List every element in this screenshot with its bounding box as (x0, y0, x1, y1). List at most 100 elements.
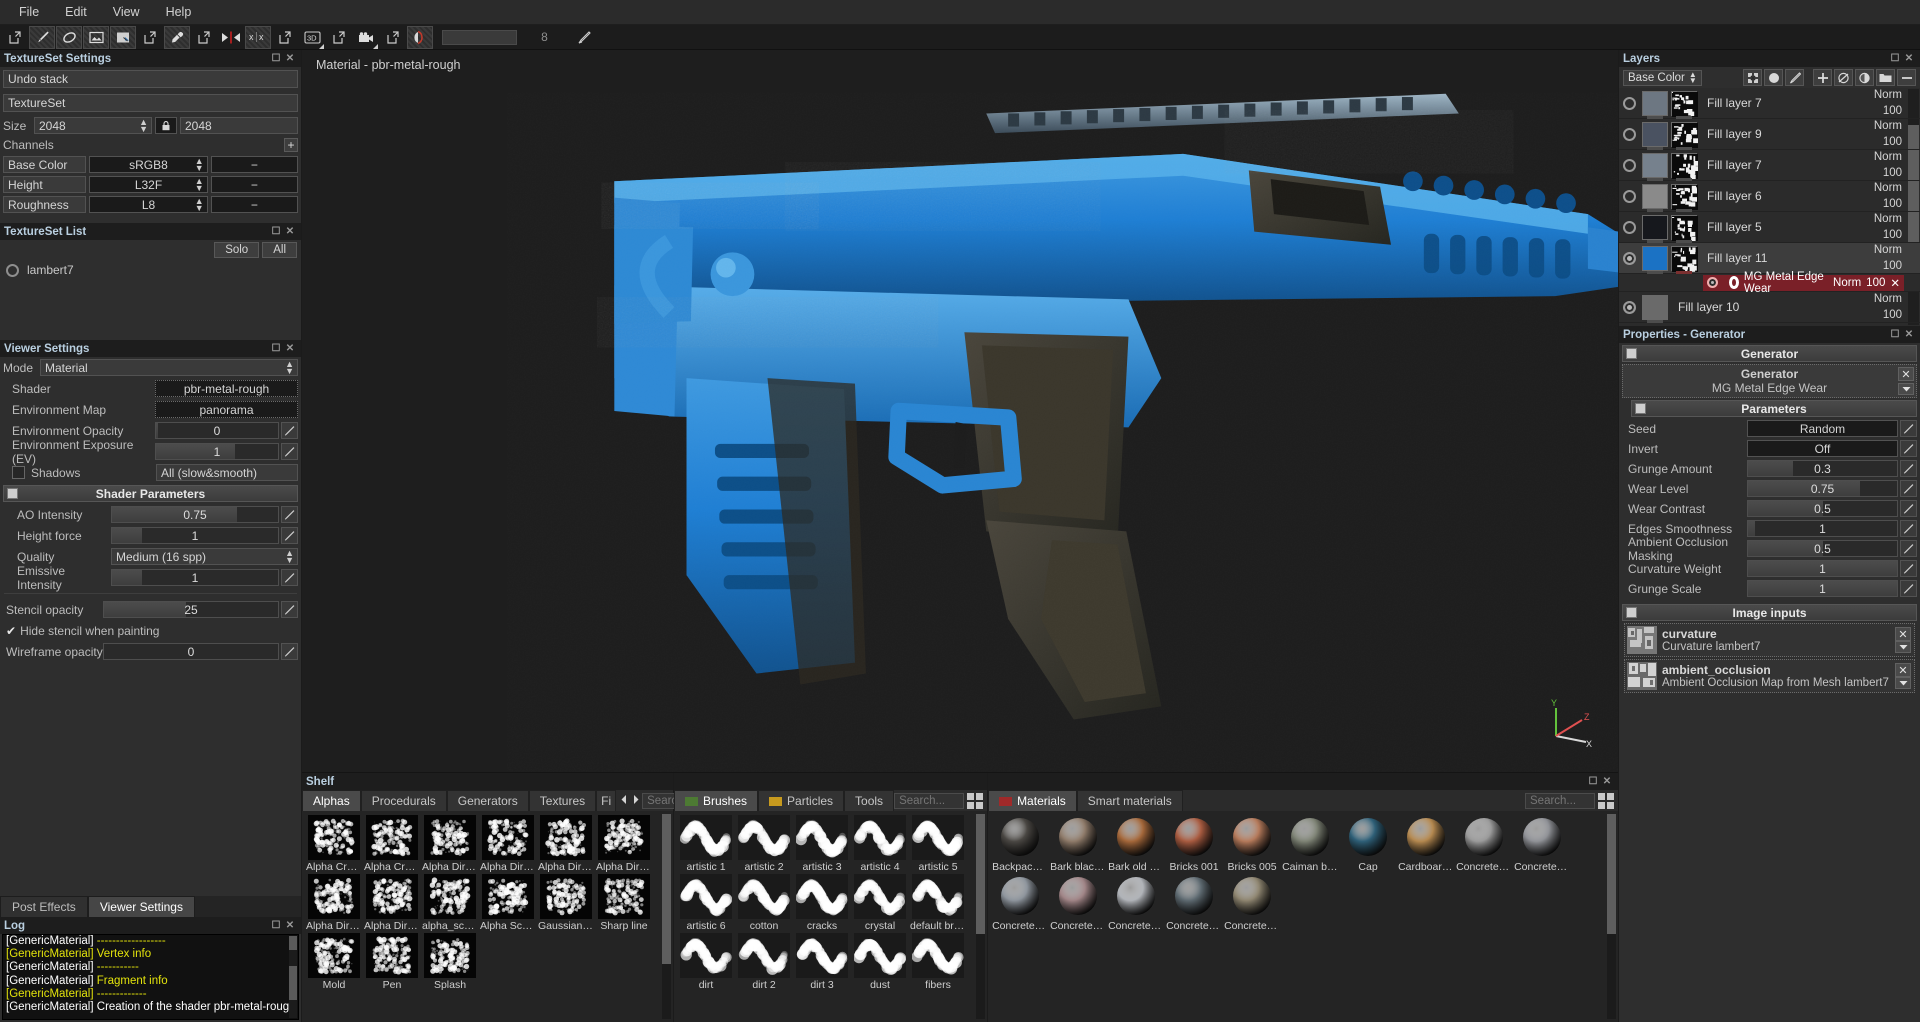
edit-pencil-icon[interactable] (281, 569, 298, 586)
float-panel-icon[interactable]: ☐ (269, 53, 283, 64)
close-icon[interactable]: ✕ (1600, 776, 1614, 787)
material-item[interactable]: Concrete 010 (1050, 874, 1106, 932)
environment-exposure-slider[interactable]: 1 (155, 443, 279, 460)
generator-section-checkbox[interactable] (1626, 348, 1637, 359)
edit-pencil-icon[interactable] (281, 643, 298, 660)
layer-blend-mode[interactable]: Norm (1874, 89, 1902, 101)
shelf-alpha-item[interactable]: Alpha Cracks ... (364, 815, 420, 873)
shelf-alpha-item[interactable]: Alpha Dirt 02 (480, 815, 536, 873)
layer-mask-thumbnail[interactable] (1671, 90, 1698, 119)
hide-stencil-row[interactable]: ✔ Hide stencil when painting (3, 621, 298, 640)
three-d-view-icon[interactable]: 3D (299, 26, 325, 49)
tab-smart-materials[interactable]: Smart materials (1076, 790, 1183, 811)
layer-visibility-toggle[interactable] (1623, 220, 1636, 234)
brush-item[interactable]: artistic 5 (910, 815, 966, 873)
layer-effect-row[interactable]: MG Metal Edge Wear Norm 100 ✕ (1619, 271, 1920, 295)
float-panel-icon[interactable]: ☐ (1888, 329, 1902, 340)
layer-row[interactable]: Fill layer 10 Norm 100 (1619, 292, 1920, 323)
brush-item[interactable]: cotton (736, 874, 792, 932)
spinner-arrows-icon[interactable]: ▲ ▼ (195, 177, 204, 193)
layer-row[interactable]: Fill layer 9 Norm 100 (1619, 119, 1920, 150)
chevron-down-icon[interactable] (1895, 641, 1911, 653)
shelf-tab-nav[interactable] (618, 790, 642, 811)
close-icon[interactable]: ✕ (283, 53, 297, 64)
tab-tools[interactable]: Tools (844, 790, 895, 811)
layer-blend-mode[interactable]: Norm (1874, 244, 1902, 256)
shadows-select[interactable]: All (slow&smooth) (156, 464, 298, 481)
paint-brush-icon[interactable] (29, 25, 55, 49)
axis-gizmo[interactable]: Y X Z (1544, 698, 1596, 750)
spinner-arrows-icon[interactable]: ▲ ▼ (1689, 70, 1697, 84)
popout-icon[interactable] (2, 26, 28, 49)
all-button[interactable]: All (262, 242, 297, 258)
shelf-alpha-item[interactable]: Alpha Dirt 04 (596, 815, 652, 873)
layer-thumbnail[interactable] (1642, 245, 1668, 274)
tab-filters[interactable]: Fi (596, 790, 617, 811)
projection-icon[interactable] (83, 25, 109, 49)
generator-section-header[interactable]: Generator (1622, 345, 1917, 362)
size-width-input[interactable]: 2048 ▲ ▼ (34, 117, 152, 134)
layer-blend-mode[interactable]: Norm (1874, 293, 1902, 305)
brush-item[interactable]: artistic 4 (852, 815, 908, 873)
shelf-alpha-item[interactable]: Gaussian Noise (538, 874, 594, 932)
tab-procedurals[interactable]: Procedurals (360, 790, 447, 811)
brush-item[interactable]: fibers (910, 933, 966, 991)
spinner-arrows-icon[interactable]: ▲ ▼ (285, 549, 294, 565)
quality-select[interactable]: Medium (16 spp) ▲ ▼ (111, 548, 298, 565)
edit-pencil-icon[interactable] (1900, 460, 1917, 477)
brush-item[interactable]: artistic 3 (794, 815, 850, 873)
brush-item[interactable]: artistic 1 (678, 815, 734, 873)
layer-row[interactable]: Fill layer 7 Norm 100 (1619, 88, 1920, 119)
shelf-scrollbar[interactable] (662, 814, 671, 1019)
layer-mask-thumbnail[interactable] (1671, 121, 1698, 150)
param-slider[interactable]: 1 (1747, 560, 1898, 577)
material-item[interactable]: Caiman back ... (1282, 815, 1338, 873)
image-inputs-header[interactable]: Image inputs (1622, 604, 1917, 621)
materials-grid[interactable]: Backpack pad... Bark black pine Bark old… (988, 811, 1618, 1022)
materials-scrollbar[interactable] (1607, 814, 1616, 1019)
parameters-section-checkbox[interactable] (1635, 403, 1646, 414)
add-layer-button[interactable] (1813, 69, 1832, 86)
float-panel-icon[interactable]: ☐ (269, 226, 283, 237)
menu-item-edit[interactable]: Edit (52, 2, 100, 22)
brush-item[interactable]: dirt 3 (794, 933, 850, 991)
parameters-section-header[interactable]: Parameters (1631, 400, 1917, 417)
delete-layer-button[interactable] (1897, 69, 1916, 86)
material-item[interactable]: Bark black pine (1050, 815, 1106, 873)
tab-brushes[interactable]: Brushes (674, 790, 759, 811)
visibility-toggle-icon[interactable] (6, 263, 19, 277)
shader-parameters-checkbox[interactable] (7, 488, 18, 499)
brush-item[interactable]: artistic 2 (736, 815, 792, 873)
shelf-alpha-item[interactable]: Alpha Dirt 01 (422, 815, 478, 873)
layer-blend-mode[interactable]: Norm (1874, 151, 1902, 163)
spinner-arrows-icon[interactable]: ▲ ▼ (195, 197, 204, 213)
layer-blend-mode[interactable]: Norm (1874, 120, 1902, 132)
layer-visibility-toggle[interactable] (1623, 96, 1636, 110)
size-height-input[interactable]: 2048 (180, 117, 298, 134)
clear-ambient-occlusion-button[interactable]: ✕ (1895, 663, 1911, 677)
textureset-list-item-lambert7[interactable]: lambert7 (0, 260, 301, 280)
layers-list[interactable]: Fill layer 7 Norm 100 Fill layer 9 Norm … (1619, 88, 1920, 326)
image-input-ambient-occlusion[interactable]: ambient_occlusion Ambient Occlusion Map … (1624, 659, 1915, 693)
image-inputs-checkbox[interactable] (1626, 607, 1637, 618)
edit-pencil-icon[interactable] (1900, 540, 1917, 557)
chevron-down-icon[interactable] (1895, 677, 1911, 689)
brush-item[interactable]: dust (852, 933, 908, 991)
camera-icon[interactable] (353, 26, 379, 49)
menu-item-help[interactable]: Help (153, 2, 205, 22)
tab-alphas[interactable]: Alphas (302, 790, 361, 811)
add-channel-button[interactable]: + (284, 138, 298, 152)
layer-opacity[interactable]: 100 (1883, 260, 1902, 272)
eyedropper-icon[interactable] (164, 25, 190, 49)
generator-selector-box[interactable]: Generator MG Metal Edge Wear ✕ (1622, 364, 1917, 398)
brush-item[interactable]: dirt 2 (736, 933, 792, 991)
undo-stack-field[interactable]: Undo stack (3, 70, 298, 88)
brushes-search-input[interactable] (894, 792, 965, 809)
param-slider[interactable]: 1 (1747, 520, 1898, 537)
layer-blend-mode[interactable]: Norm (1874, 213, 1902, 225)
edit-pencil-icon[interactable] (281, 422, 298, 439)
symmetry-axis-icon[interactable]: xx (245, 25, 271, 49)
tab-generators[interactable]: Generators (446, 790, 529, 811)
close-icon[interactable]: ✕ (1902, 53, 1916, 64)
edit-pencil-icon[interactable] (281, 601, 298, 618)
